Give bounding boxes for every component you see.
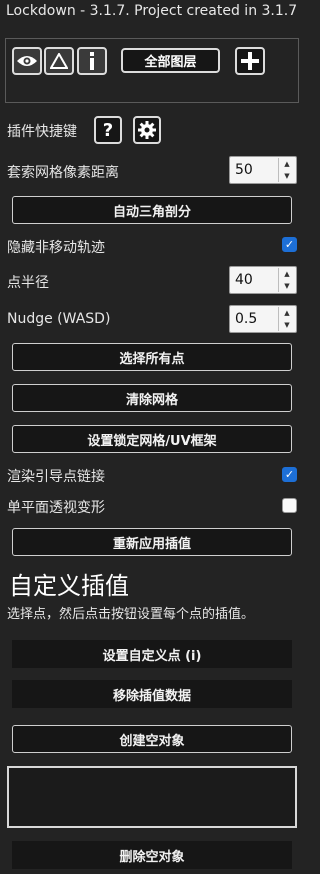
set-custom-point-button[interactable]: 设置自定义点 (i) — [12, 640, 292, 668]
single-plane-checkbox[interactable] — [282, 498, 297, 513]
set-lock-mesh-button[interactable]: 设置锁定网格/UV框架 — [12, 425, 292, 453]
create-null-button[interactable]: 创建空对象 — [12, 725, 292, 753]
remove-interp-button[interactable]: 移除插值数据 — [12, 680, 292, 708]
point-radius-label: 点半径 — [7, 275, 49, 291]
mesh-distance-spinner[interactable]: ▲ ▼ — [278, 158, 295, 182]
select-all-points-button[interactable]: 选择所有点 — [12, 343, 292, 371]
render-guides-checkbox[interactable]: ✓ — [282, 467, 297, 482]
clear-mesh-button[interactable]: 清除网格 — [12, 384, 292, 412]
point-radius-spinner[interactable]: ▲ ▼ — [278, 268, 295, 292]
plugin-shortcuts-label: 插件快捷键 — [7, 124, 77, 140]
nudge-label: Nudge (WASD) — [7, 311, 111, 327]
custom-interp-description: 选择点，然后点击按钮设置每个点的插值。 — [7, 607, 255, 622]
mesh-pixel-distance-label: 套索网格像素距离 — [7, 165, 119, 181]
single-plane-label: 单平面透视变形 — [7, 500, 105, 516]
question-icon[interactable]: ? — [94, 116, 122, 144]
eye-icon[interactable] — [12, 47, 42, 75]
mesh-pixel-distance-input[interactable]: 50 ▲ ▼ — [229, 156, 297, 184]
auto-triangulate-button[interactable]: 自动三角剖分 — [12, 196, 292, 224]
triangle-warning-icon[interactable] — [44, 47, 74, 75]
hide-non-moving-label: 隐藏非移动轨迹 — [7, 240, 105, 256]
null-list-textarea[interactable] — [7, 766, 297, 828]
reapply-interpolation-button[interactable]: 重新应用插值 — [12, 528, 292, 556]
delete-null-button[interactable]: 删除空对象 — [12, 841, 292, 869]
plus-icon[interactable] — [235, 47, 265, 75]
all-layers-button[interactable]: 全部图层 — [121, 48, 220, 73]
point-radius-input[interactable]: 40 ▲ ▼ — [229, 266, 297, 294]
nudge-spinner[interactable]: ▲ ▼ — [278, 307, 295, 331]
gear-icon[interactable] — [133, 116, 161, 144]
render-guides-label: 渲染引导点链接 — [7, 469, 105, 485]
info-icon[interactable] — [77, 47, 107, 75]
hide-non-moving-checkbox[interactable]: ✓ — [282, 237, 297, 252]
nudge-input[interactable]: 0.5 ▲ ▼ — [229, 305, 297, 333]
custom-interp-heading: 自定义插值 — [9, 572, 129, 600]
title-bar: Lockdown - 3.1.7. Project created in 3.1… — [0, 0, 305, 26]
window-title: Lockdown - 3.1.7. Project created in 3.1… — [6, 3, 298, 19]
